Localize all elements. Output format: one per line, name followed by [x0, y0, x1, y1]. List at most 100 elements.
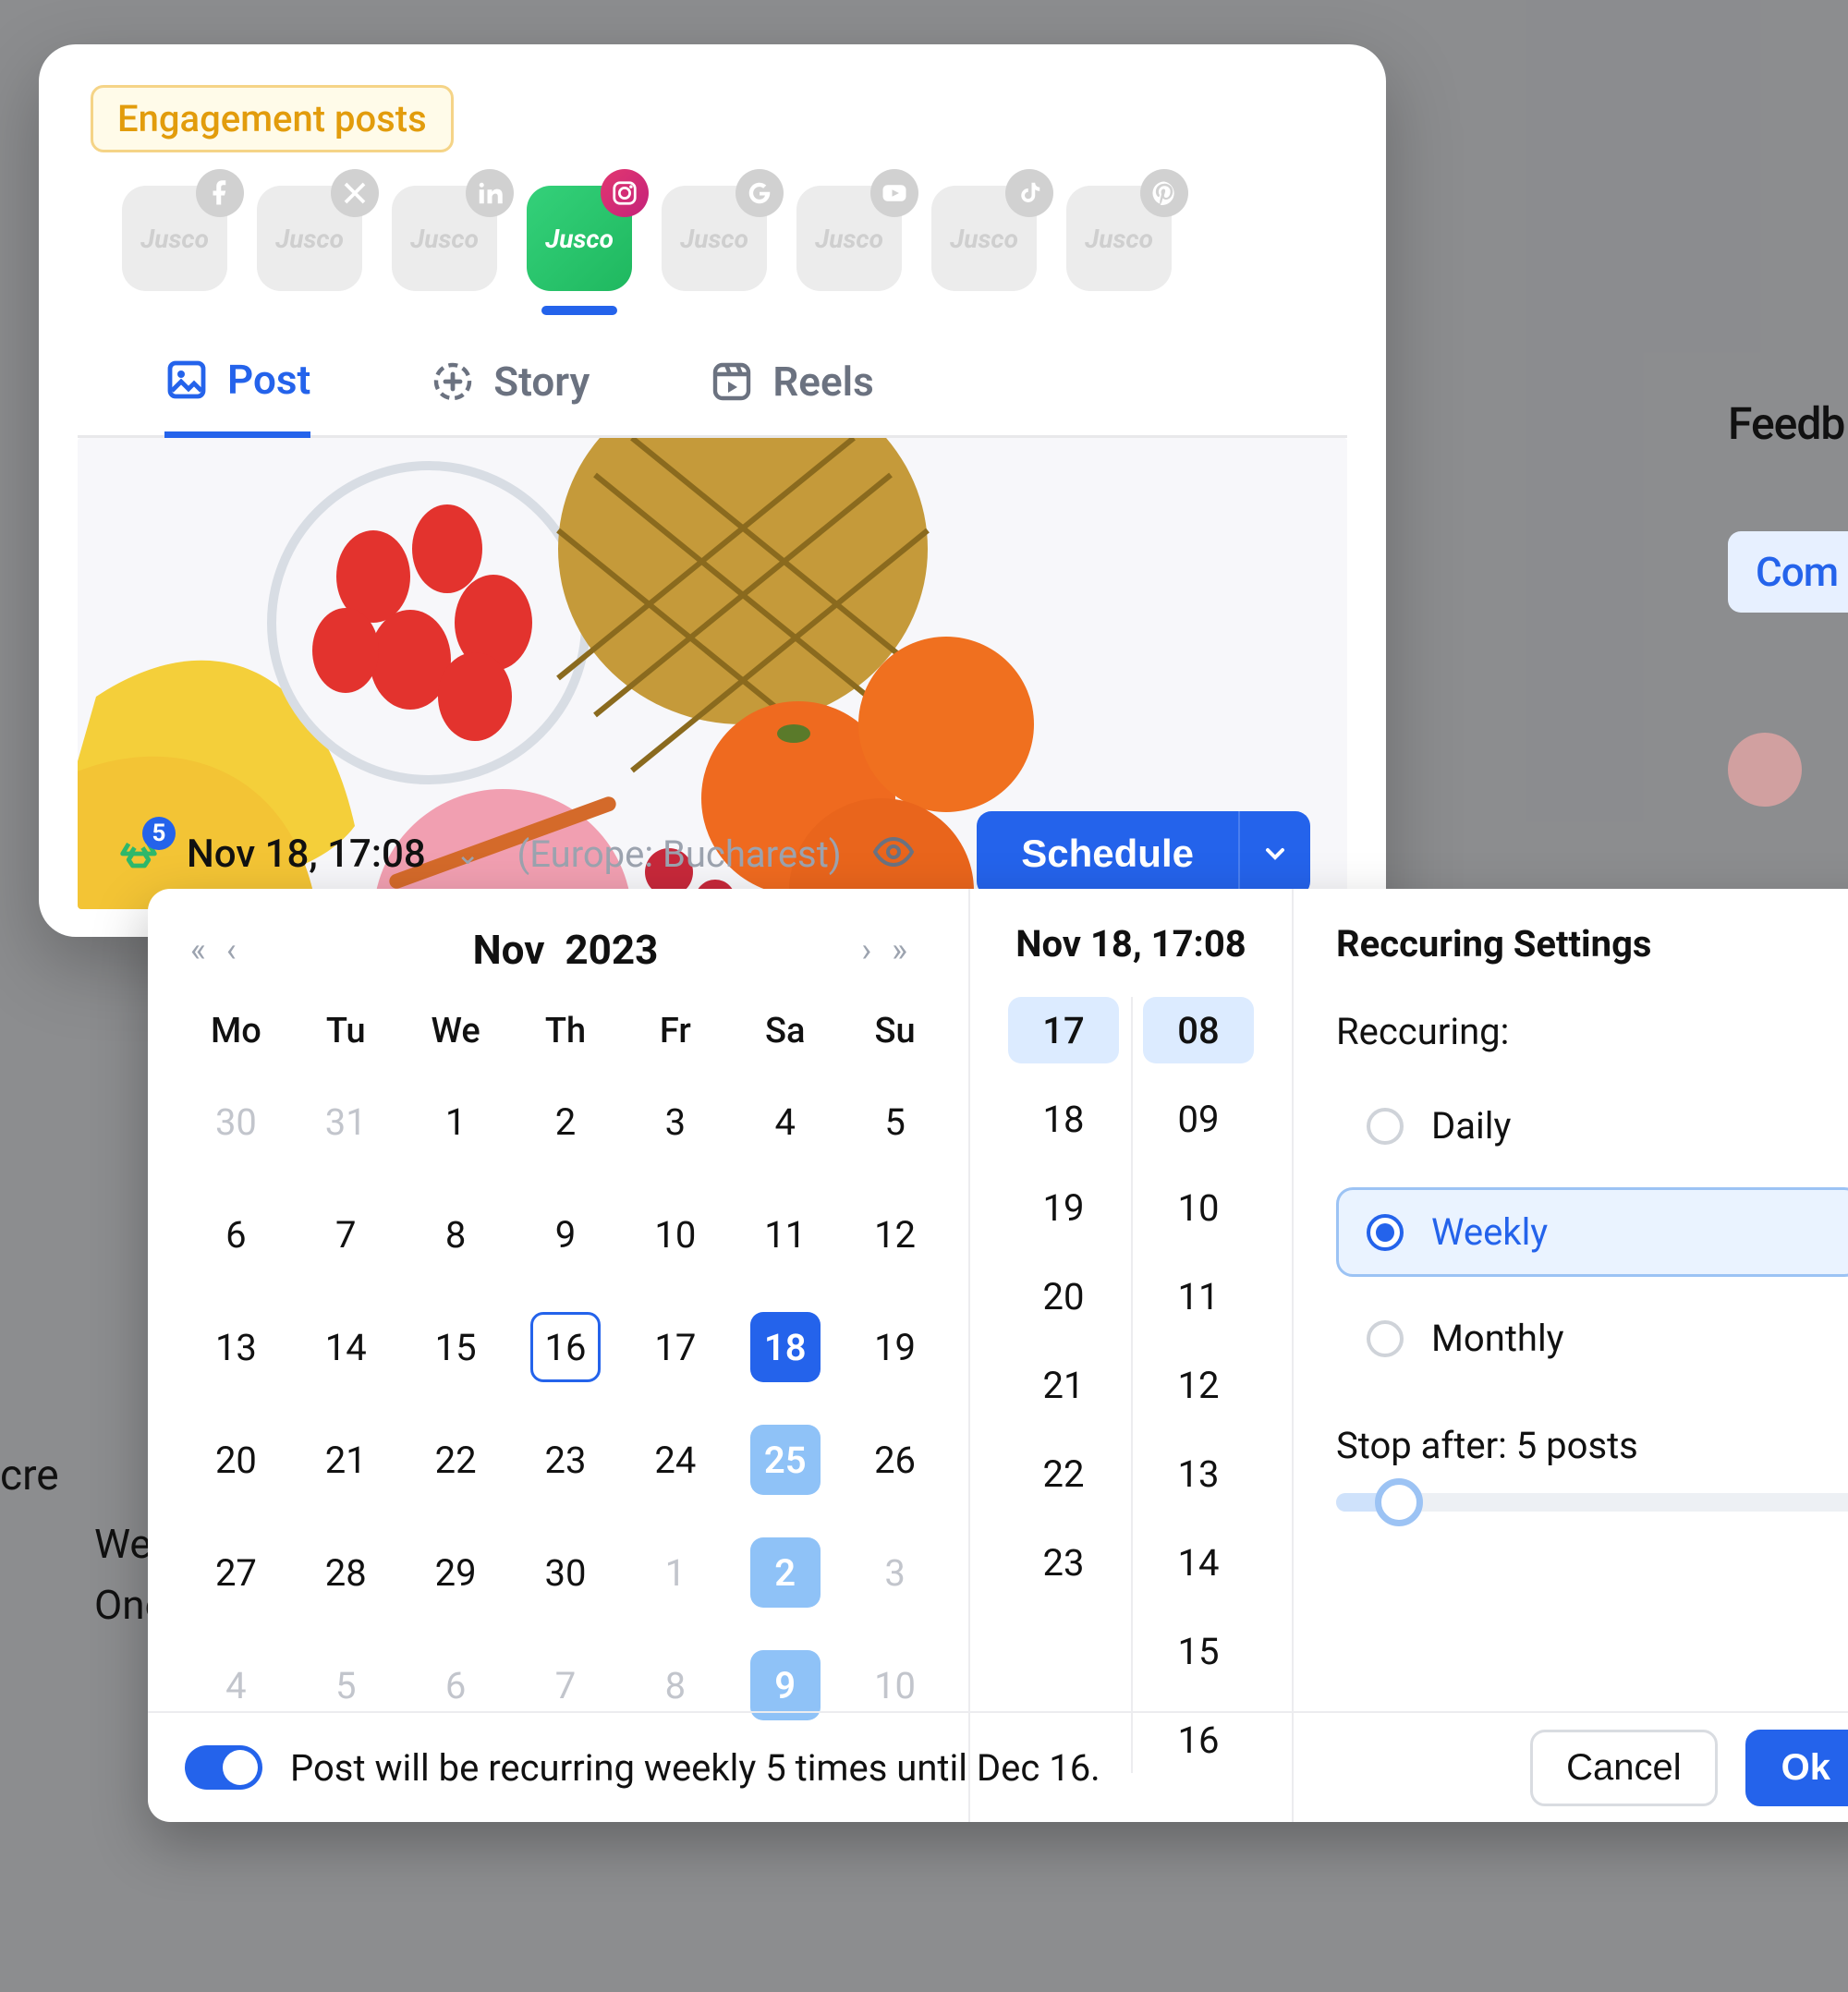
calendar-day[interactable]: 2 [530, 1087, 601, 1157]
calendar-month-year[interactable]: Nov 2023 [473, 926, 659, 974]
calendar-day[interactable]: 26 [860, 1425, 930, 1495]
campaign-tag[interactable]: Engagement posts [91, 85, 454, 152]
hour-option[interactable]: 20 [1008, 1263, 1119, 1330]
account-instagram[interactable]: Jusco [527, 186, 632, 291]
account-facebook[interactable]: Jusco [122, 186, 227, 291]
calendar-day[interactable]: 5 [860, 1087, 930, 1157]
calendar-day[interactable]: 25 [750, 1425, 821, 1495]
calendar-day[interactable]: 16 [530, 1312, 601, 1382]
tab-story[interactable]: Story [431, 356, 590, 435]
minute-option[interactable]: 11 [1143, 1263, 1254, 1330]
recurring-toggle[interactable] [185, 1745, 262, 1790]
calendar-day[interactable]: 19 [860, 1312, 930, 1382]
calendar-day[interactable]: 1 [420, 1087, 491, 1157]
account-x[interactable]: Jusco [257, 186, 362, 291]
account-linkedin[interactable]: Jusco [392, 186, 497, 291]
preview-button[interactable] [871, 830, 916, 878]
minute-column[interactable]: 080910111213141516 [1143, 997, 1254, 1773]
calendar-day[interactable]: 6 [420, 1650, 491, 1720]
calendar-day[interactable]: 2 [750, 1537, 821, 1608]
hour-option[interactable]: 18 [1008, 1086, 1119, 1152]
schedule-button[interactable]: Schedule [977, 811, 1238, 896]
hour-option[interactable]: 19 [1008, 1174, 1119, 1241]
calendar-next-month[interactable]: › [856, 927, 877, 973]
calendar-prev-month[interactable]: ‹ [221, 927, 242, 973]
calendar-day[interactable]: 6 [201, 1199, 271, 1269]
chevron-down-icon[interactable]: ⌄ [456, 836, 480, 871]
calendar-day[interactable]: 23 [530, 1425, 601, 1495]
scheduled-datetime[interactable]: Nov 18, 17:08 [187, 832, 426, 877]
hour-option[interactable]: 17 [1008, 997, 1119, 1063]
calendar-cell: 14 [291, 1305, 401, 1390]
calendar-day[interactable]: 5 [310, 1650, 381, 1720]
calendar-day[interactable]: 4 [750, 1087, 821, 1157]
calendar-day[interactable]: 18 [750, 1312, 821, 1382]
calendar-day[interactable]: 15 [420, 1312, 491, 1382]
recur-option-monthly[interactable]: Monthly [1336, 1294, 1848, 1383]
calendar-day[interactable]: 22 [420, 1425, 491, 1495]
calendar-day[interactable]: 12 [860, 1199, 930, 1269]
hour-option[interactable]: 23 [1008, 1529, 1119, 1596]
calendar-day[interactable]: 7 [310, 1199, 381, 1269]
calendar-day[interactable]: 30 [530, 1537, 601, 1608]
recurring-heading: Reccuring Settings [1336, 922, 1848, 966]
calendar-day[interactable]: 9 [750, 1650, 821, 1720]
recur-option-daily[interactable]: Daily [1336, 1081, 1848, 1171]
cancel-button[interactable]: Cancel [1530, 1730, 1718, 1806]
calendar-day[interactable]: 24 [640, 1425, 711, 1495]
account-google[interactable]: Jusco [662, 186, 767, 291]
calendar-day[interactable]: 17 [640, 1312, 711, 1382]
calendar-cell: 15 [401, 1305, 511, 1390]
calendar-dow: Fr [620, 1011, 730, 1051]
ok-button[interactable]: Ok [1745, 1730, 1848, 1806]
recurring-indicator[interactable]: 5 [115, 830, 163, 878]
calendar-day[interactable]: 21 [310, 1425, 381, 1495]
stop-after-label: Stop after: 5 posts [1336, 1424, 1848, 1467]
stop-after-slider[interactable] [1336, 1493, 1848, 1512]
hour-option[interactable]: 21 [1008, 1352, 1119, 1418]
account-pinterest[interactable]: Jusco [1066, 186, 1172, 291]
schedule-menu-button[interactable] [1238, 811, 1310, 896]
account-tiktok[interactable]: Jusco [931, 186, 1037, 291]
calendar-day[interactable]: 9 [530, 1199, 601, 1269]
image-icon [164, 358, 209, 402]
minute-option[interactable]: 14 [1143, 1529, 1254, 1596]
slider-thumb[interactable] [1375, 1478, 1423, 1526]
calendar-day[interactable]: 3 [860, 1537, 930, 1608]
calendar-day[interactable]: 20 [201, 1425, 271, 1495]
recur-option-weekly[interactable]: Weekly [1336, 1187, 1848, 1277]
hour-column[interactable]: 17 18 19 20 21 22 23 [1008, 997, 1119, 1773]
calendar-day[interactable]: 13 [201, 1312, 271, 1382]
recurring-summary: Post will be recurring weekly 5 times un… [290, 1746, 1100, 1790]
calendar-day[interactable]: 1 [640, 1537, 711, 1608]
calendar-day[interactable]: 14 [310, 1312, 381, 1382]
calendar-day[interactable]: 28 [310, 1537, 381, 1608]
calendar-day[interactable]: 29 [420, 1537, 491, 1608]
hour-option[interactable]: 22 [1008, 1440, 1119, 1507]
calendar-next-year[interactable]: » [886, 927, 913, 973]
calendar-day[interactable]: 10 [860, 1650, 930, 1720]
minute-option[interactable]: 08 [1143, 997, 1254, 1063]
calendar-day[interactable]: 3 [640, 1087, 711, 1157]
calendar-day[interactable]: 7 [530, 1650, 601, 1720]
calendar-day[interactable]: 11 [750, 1199, 821, 1269]
minute-option[interactable]: 13 [1143, 1440, 1254, 1507]
minute-option[interactable]: 09 [1143, 1086, 1254, 1152]
calendar-day[interactable]: 30 [201, 1087, 271, 1157]
minute-option[interactable]: 12 [1143, 1352, 1254, 1418]
calendar-day[interactable]: 8 [420, 1199, 491, 1269]
account-youtube[interactable]: Jusco [796, 186, 902, 291]
calendar-day[interactable]: 10 [640, 1199, 711, 1269]
calendar-day[interactable]: 4 [201, 1650, 271, 1720]
tab-reels[interactable]: Reels [710, 356, 873, 435]
minute-option[interactable]: 10 [1143, 1174, 1254, 1241]
calendar-cell: 26 [840, 1417, 950, 1502]
calendar-prev-year[interactable]: « [185, 927, 212, 973]
calendar-panel: « ‹ Nov 2023 › » MoTuWeThFrSaSu303112345… [148, 889, 970, 1822]
calendar-cell: 6 [181, 1192, 291, 1277]
calendar-day[interactable]: 27 [201, 1537, 271, 1608]
calendar-day[interactable]: 8 [640, 1650, 711, 1720]
calendar-day[interactable]: 31 [310, 1087, 381, 1157]
tab-post[interactable]: Post [164, 356, 310, 438]
minute-option[interactable]: 15 [1143, 1618, 1254, 1684]
